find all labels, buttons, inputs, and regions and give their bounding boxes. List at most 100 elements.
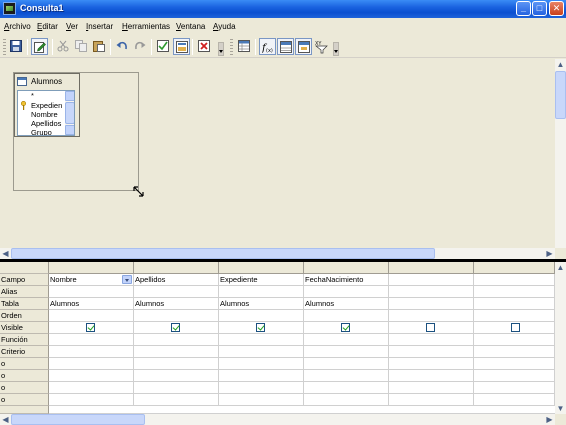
scroll-thumb[interactable] bbox=[555, 71, 566, 119]
visible-checkbox[interactable] bbox=[171, 323, 180, 332]
add-table-icon[interactable] bbox=[236, 38, 253, 55]
app-icon[interactable] bbox=[3, 2, 16, 15]
field-item[interactable]: Expedien bbox=[31, 101, 62, 110]
run-query-icon[interactable] bbox=[155, 38, 172, 55]
redo-icon[interactable] bbox=[132, 38, 149, 55]
funcion-cell[interactable] bbox=[304, 334, 389, 346]
save-icon[interactable] bbox=[8, 38, 25, 55]
orden-cell[interactable] bbox=[219, 310, 304, 322]
or-cell[interactable] bbox=[134, 394, 219, 406]
minimize-button[interactable]: _ bbox=[516, 1, 531, 16]
scroll-thumb[interactable] bbox=[11, 248, 435, 259]
alias-cell[interactable] bbox=[134, 286, 219, 298]
delete-table-icon[interactable] bbox=[196, 38, 213, 55]
criterio-cell[interactable] bbox=[474, 346, 555, 358]
scroll-thumb[interactable] bbox=[11, 414, 145, 425]
or-cell[interactable] bbox=[474, 358, 555, 370]
copy-icon[interactable] bbox=[73, 38, 90, 55]
funcion-cell[interactable] bbox=[219, 334, 304, 346]
field-item[interactable]: * bbox=[31, 91, 34, 100]
or-cell[interactable] bbox=[219, 370, 304, 382]
column-header[interactable] bbox=[134, 262, 219, 274]
functions-icon[interactable]: f (x) bbox=[259, 38, 276, 55]
scroll-thumb[interactable] bbox=[65, 102, 74, 124]
or-cell[interactable] bbox=[304, 370, 389, 382]
menu-ventana[interactable]: Ventana bbox=[176, 22, 205, 31]
alias-cell[interactable] bbox=[389, 286, 474, 298]
column-header[interactable] bbox=[219, 262, 304, 274]
or-cell[interactable] bbox=[474, 394, 555, 406]
edit-mode-icon[interactable] bbox=[31, 38, 48, 55]
or-cell[interactable] bbox=[49, 370, 134, 382]
scroll-up-icon[interactable]: ▲ bbox=[555, 59, 566, 70]
toolbar-dropdown[interactable] bbox=[218, 42, 224, 56]
visible-checkbox[interactable] bbox=[426, 323, 435, 332]
tabla-cell[interactable] bbox=[389, 298, 474, 310]
grid-horizontal-scrollbar[interactable]: ◀ ▶ bbox=[0, 414, 555, 425]
scroll-right-icon[interactable]: ▶ bbox=[544, 248, 555, 259]
or-cell[interactable] bbox=[304, 394, 389, 406]
scroll-right-icon[interactable]: ▶ bbox=[544, 414, 555, 425]
tabla-cell[interactable] bbox=[474, 298, 555, 310]
field-item[interactable]: Apellidos bbox=[31, 119, 61, 128]
scroll-down-icon[interactable]: ▼ bbox=[555, 403, 566, 414]
tabla-cell[interactable]: Alumnos bbox=[134, 298, 219, 310]
toolbar-grip[interactable] bbox=[230, 39, 233, 55]
scroll-up-icon[interactable] bbox=[65, 91, 74, 101]
design-vertical-scrollbar[interactable]: ▲ bbox=[555, 59, 566, 248]
scroll-up-icon[interactable]: ▲ bbox=[555, 262, 566, 273]
funcion-cell[interactable] bbox=[474, 334, 555, 346]
or-cell[interactable] bbox=[389, 382, 474, 394]
criterio-cell[interactable] bbox=[389, 346, 474, 358]
or-cell[interactable] bbox=[49, 394, 134, 406]
tabla-cell[interactable]: Alumnos bbox=[304, 298, 389, 310]
table-window-alumnos[interactable]: Alumnos * Expedien Nombre Apellidos Grup… bbox=[14, 73, 80, 137]
criterio-cell[interactable] bbox=[134, 346, 219, 358]
field-list-scrollbar[interactable] bbox=[65, 91, 74, 135]
or-cell[interactable] bbox=[304, 358, 389, 370]
column-header[interactable] bbox=[49, 262, 134, 274]
visible-checkbox[interactable] bbox=[256, 323, 265, 332]
field-item[interactable]: Nombre bbox=[31, 110, 58, 119]
orden-cell[interactable] bbox=[474, 310, 555, 322]
or-cell[interactable] bbox=[219, 394, 304, 406]
scroll-left-icon[interactable]: ◀ bbox=[0, 248, 11, 259]
criterio-cell[interactable] bbox=[219, 346, 304, 358]
distinct-values-icon[interactable]: XY bbox=[313, 38, 330, 55]
menu-insertar[interactable]: Insertar bbox=[86, 22, 113, 31]
or-cell[interactable] bbox=[474, 370, 555, 382]
or-cell[interactable] bbox=[389, 394, 474, 406]
visible-checkbox[interactable] bbox=[511, 323, 520, 332]
visible-checkbox[interactable] bbox=[86, 323, 95, 332]
column-header[interactable] bbox=[304, 262, 389, 274]
menu-archivo[interactable]: Archivo bbox=[4, 22, 31, 31]
orden-cell[interactable] bbox=[389, 310, 474, 322]
chevron-down-icon[interactable] bbox=[122, 275, 132, 284]
orden-cell[interactable] bbox=[304, 310, 389, 322]
grid-vertical-scrollbar[interactable]: ▲ ▼ bbox=[555, 262, 566, 414]
menu-ver[interactable]: Ver bbox=[66, 22, 78, 31]
tabla-cell[interactable]: Alumnos bbox=[49, 298, 134, 310]
undo-icon[interactable] bbox=[114, 38, 131, 55]
toolbar-dropdown[interactable] bbox=[333, 42, 339, 56]
funcion-cell[interactable] bbox=[134, 334, 219, 346]
or-cell[interactable] bbox=[389, 370, 474, 382]
or-cell[interactable] bbox=[134, 370, 219, 382]
cut-icon[interactable] bbox=[55, 38, 72, 55]
orden-cell[interactable] bbox=[49, 310, 134, 322]
campo-cell[interactable]: Expediente bbox=[219, 274, 304, 286]
close-button[interactable]: ✕ bbox=[549, 1, 564, 16]
orden-cell[interactable] bbox=[134, 310, 219, 322]
alias-cell[interactable] bbox=[474, 286, 555, 298]
field-item[interactable]: Grupo bbox=[31, 128, 52, 135]
paste-icon[interactable] bbox=[91, 38, 108, 55]
table-design-area[interactable]: Alumnos * Expedien Nombre Apellidos Grup… bbox=[0, 59, 555, 247]
column-header[interactable] bbox=[474, 262, 555, 274]
funcion-cell[interactable] bbox=[389, 334, 474, 346]
alias-cell[interactable] bbox=[304, 286, 389, 298]
menu-herramientas[interactable]: Herramientas bbox=[122, 22, 170, 31]
alias-cell[interactable] bbox=[219, 286, 304, 298]
maximize-button[interactable]: □ bbox=[532, 1, 547, 16]
criterio-cell[interactable] bbox=[304, 346, 389, 358]
criterio-cell[interactable] bbox=[49, 346, 134, 358]
